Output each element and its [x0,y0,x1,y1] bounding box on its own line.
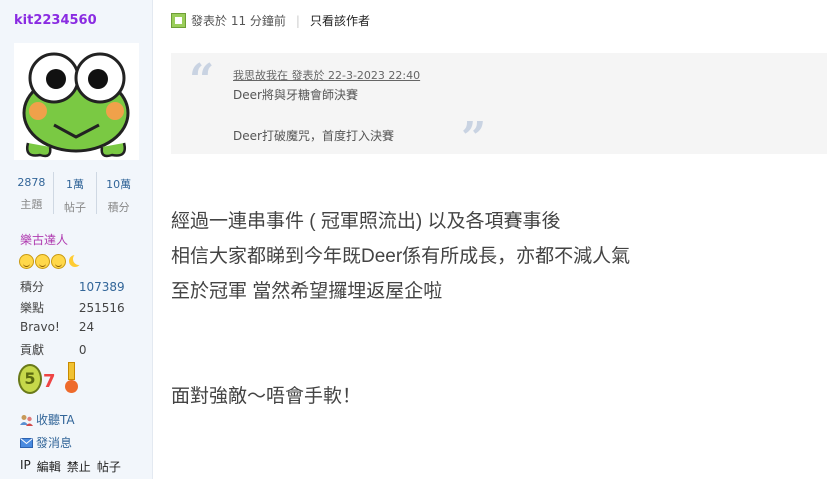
stat-points[interactable]: 10萬 積分 [97,172,140,214]
moon-icon [67,253,85,269]
info-value: 251516 [78,301,125,315]
info-key: 樂點 [20,301,45,315]
info-row-contribution: 貢獻 0 [20,341,86,358]
post-time: 發表於 11 分鐘前 [191,14,286,28]
meta-divider: | [295,13,300,28]
stat-posts[interactable]: 1萬 帖子 [54,172,98,214]
stat-value: 2878 [17,176,46,189]
star-icon [35,254,50,269]
follow-label: 收聽TA [36,413,75,427]
stat-value: 10萬 [106,178,132,191]
info-value: 24 [78,320,95,334]
info-value[interactable]: 107389 [79,280,125,294]
admin-ban-link[interactable]: 禁止 [67,458,91,475]
stat-label: 主題 [20,198,43,211]
post-body-line: 至於冠軍 當然希望攞埋返屋企啦 [171,281,443,302]
info-value: 0 [78,343,87,357]
author-stats: 2878 主題 1萬 帖子 10萬 積分 [10,172,140,214]
quote-header[interactable]: 我思故我在 發表於 22-3-2023 22:40 [233,67,420,83]
stat-value: 1萬 [66,178,84,191]
medal-7-icon[interactable]: 7 [43,370,63,394]
only-author-link[interactable]: 只看該作者 [310,12,370,29]
follow-button[interactable]: 收聽TA [20,411,75,428]
envelope-icon [20,437,33,448]
info-row-points: 積分 107389 [20,278,125,295]
star-icon [19,254,34,269]
post-meta: 發表於 11 分鐘前 | 只看該作者 [171,12,370,29]
stat-label: 積分 [107,201,130,214]
stat-label: 帖子 [64,201,86,214]
medal-5-icon[interactable]: 5 [18,364,42,394]
admin-ip-link[interactable]: IP [20,458,31,475]
post-body-line: 經過一連串事件 ( 冠軍照流出) 以及各項賽事後 [171,211,561,232]
admin-edit-link[interactable]: 編輯 [37,458,61,475]
info-key: Bravo! [20,320,60,334]
info-key: 積分 [20,280,45,294]
admin-posts-link[interactable]: 帖子 [97,458,121,475]
rank-title[interactable]: 樂古達人 [20,231,68,248]
info-key: 貢獻 [20,343,45,357]
admin-links: IP 編輯 禁止 帖子 [20,458,121,475]
keroppi-frog-avatar [22,52,130,158]
message-button[interactable]: 發消息 [20,434,72,451]
quote-open-icon: “ [189,55,215,106]
quote-block: “ 我思故我在 發表於 22-3-2023 22:40 Deer將與牙糖會師決賽… [171,53,827,164]
users-icon [20,414,33,426]
author-username[interactable]: kit2234560 [14,13,97,28]
quote-line: Deer將與牙糖會師決賽 [233,88,358,102]
author-sidebar: kit2234560 2878 主題 1萬 帖子 10萬 積分 樂古達人 積分 … [0,0,153,479]
post-body-line: 面對強敵～唔會手軟！ [171,386,362,407]
medal-ribbon-icon[interactable] [64,362,80,394]
info-row-lepoints: 樂點 251516 [20,299,125,316]
online-status-icon [171,13,186,28]
rank-icons [19,253,85,269]
info-row-bravo: Bravo! 24 [20,320,94,334]
medals: 5 7 [18,362,80,394]
post-body-line: 相信大家都睇到今年既Deer係有所成長，亦都不減人氣 [171,246,631,267]
message-label: 發消息 [36,436,73,450]
quote-line: Deer打破魔咒，首度打入決賽 [233,129,394,143]
stat-topics[interactable]: 2878 主題 [10,172,54,214]
avatar[interactable] [14,43,139,160]
quote-close-icon: ” [461,113,487,164]
star-icon [51,254,66,269]
